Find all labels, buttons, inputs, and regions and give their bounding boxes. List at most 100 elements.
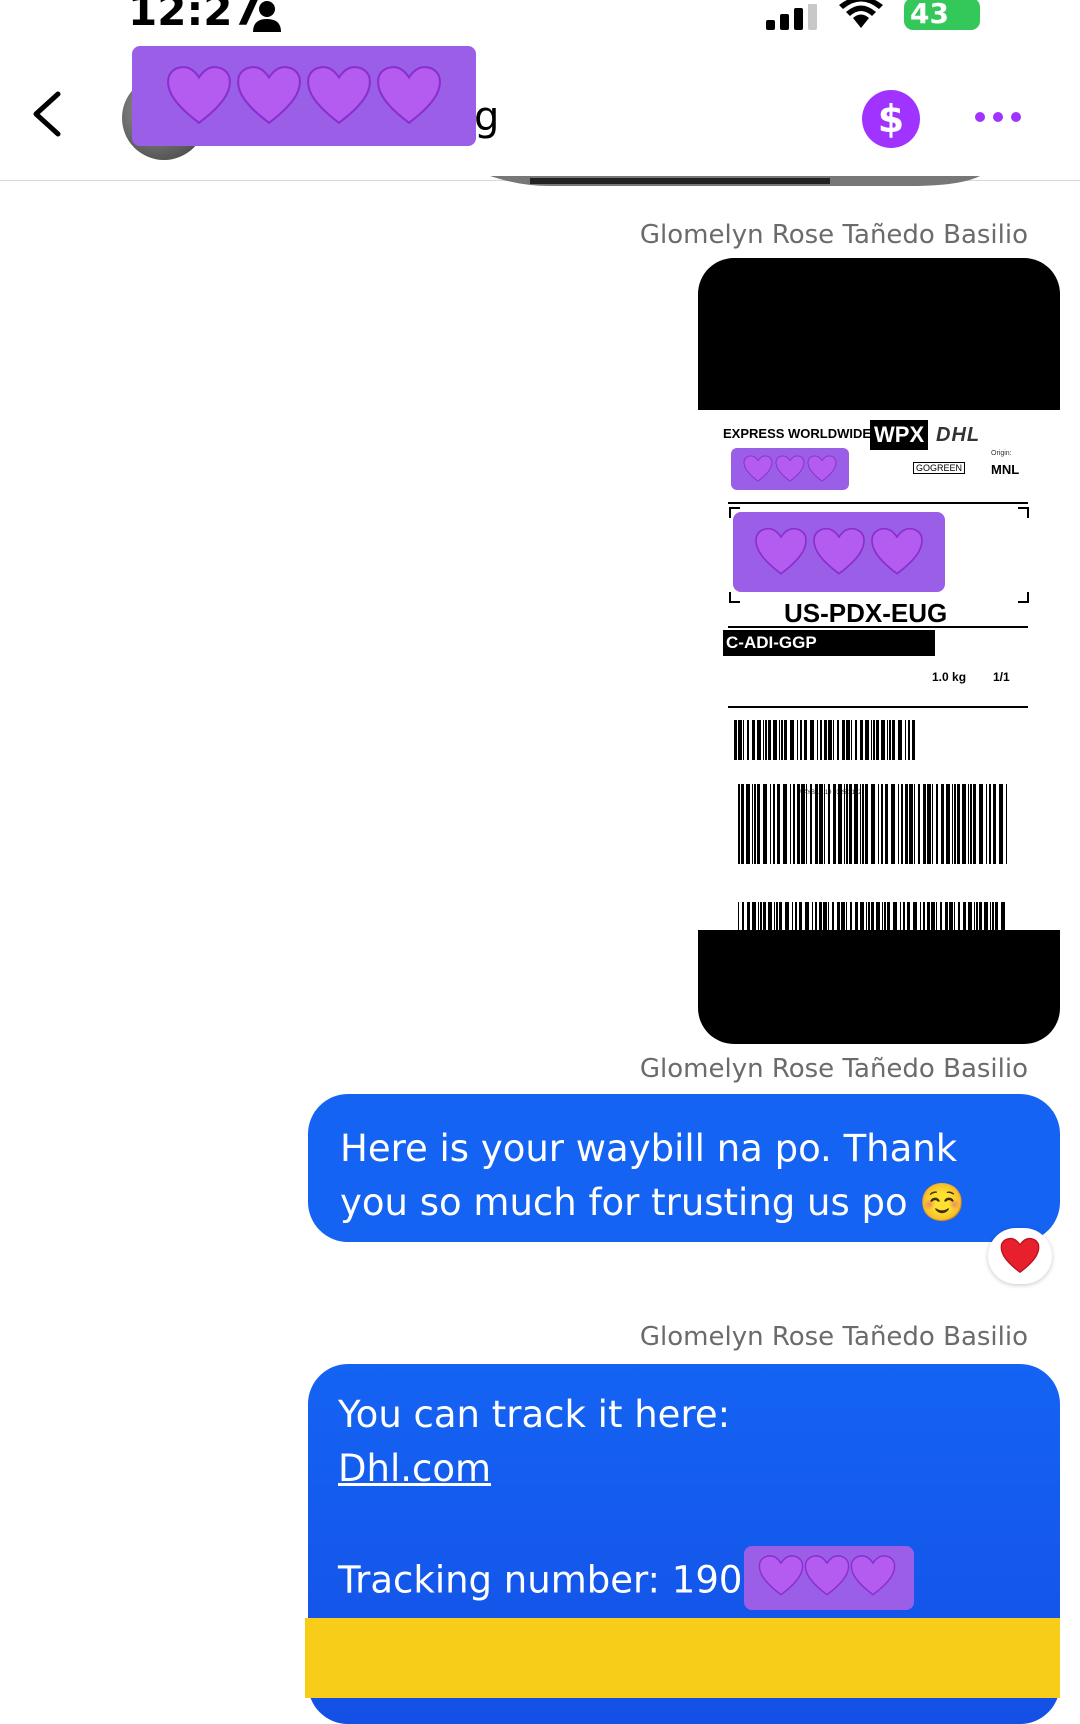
barcode-bar	[887, 902, 890, 930]
tracking-link[interactable]: Dhl.com	[338, 1442, 1030, 1496]
barcode-bar	[792, 902, 793, 930]
piece-count: 1/1	[993, 670, 1010, 684]
barcode-bar	[833, 784, 836, 864]
message-bubble[interactable]: Here is your waybill na po. Thank you so…	[308, 1094, 1060, 1242]
sender-name: Glomelyn Rose Tañedo Basilio	[639, 1054, 1028, 1084]
barcode-bar	[738, 784, 740, 864]
barcode-bar	[974, 902, 975, 930]
barcode-bar	[805, 902, 809, 930]
barcode-bar	[968, 902, 972, 930]
barcode-bar	[743, 720, 744, 760]
barcode-bar	[887, 720, 888, 760]
reaction-badge[interactable]	[988, 1228, 1052, 1284]
barcode-bar	[793, 784, 795, 864]
sender-name: Glomelyn Rose Tañedo Basilio	[639, 1322, 1028, 1352]
barcode-bar	[963, 902, 966, 930]
back-button[interactable]	[20, 84, 76, 144]
barcode-bar	[806, 784, 807, 864]
status-bar: 12:27 43	[0, 0, 1080, 40]
redacted-sender-address	[731, 448, 849, 490]
barcode-bar	[1006, 784, 1007, 864]
sender-name: Glomelyn Rose Tañedo Basilio	[639, 220, 1028, 250]
barcode-bottom	[738, 902, 1005, 930]
barcode-bar	[790, 784, 791, 864]
barcode-bar	[779, 902, 782, 930]
barcode-bar	[820, 720, 822, 760]
payment-button[interactable]: $	[862, 90, 920, 148]
previous-image-edge	[490, 176, 980, 186]
barcode-bar	[855, 902, 858, 930]
product-line: C-ADI-GGP	[723, 630, 935, 656]
barcode-bar	[962, 784, 966, 864]
barcode-bar	[914, 784, 915, 864]
barcode-bar	[871, 784, 875, 864]
barcode-bar	[752, 784, 753, 864]
barcode-bar	[768, 902, 772, 930]
purple-heart-icon	[807, 455, 837, 482]
barcode-bar	[797, 720, 798, 760]
barcode-bar	[837, 720, 839, 760]
barcode-bar	[903, 902, 905, 930]
barcode-bar	[984, 902, 988, 930]
person-icon	[253, 1, 281, 32]
barcode-small	[734, 720, 915, 760]
barcode-bar	[873, 720, 875, 760]
red-heart-icon	[1000, 1237, 1040, 1274]
barcode-bar	[757, 720, 761, 760]
barcode-bar	[892, 720, 895, 760]
barcode-bar	[957, 784, 960, 864]
barcode-bar	[784, 720, 787, 760]
barcode-bar	[837, 902, 840, 930]
destination-route: US-PDX-EUG	[784, 598, 948, 628]
barcode-bar	[846, 720, 850, 760]
signal-icon	[766, 4, 817, 30]
message-text: You can track it here:	[338, 1393, 731, 1436]
barcode-bar	[927, 902, 930, 930]
purple-heart-icon	[167, 66, 231, 125]
barcode-bar	[931, 902, 935, 930]
barcode-bar	[908, 720, 910, 760]
barcode-bar	[993, 784, 996, 864]
barcode-bar	[815, 902, 817, 930]
label-divider	[728, 502, 1028, 504]
barcode-bar	[746, 784, 750, 864]
barcode-bar	[900, 902, 901, 930]
battery-indicator: 43	[904, 0, 980, 30]
barcode-bar	[754, 784, 756, 864]
barcode-bar	[881, 784, 883, 864]
origin-code: MNL	[991, 462, 1020, 477]
gogreen-badge: GOGREEN	[913, 462, 966, 474]
barcode-bar	[905, 720, 906, 760]
barcode-bar	[747, 902, 750, 930]
contact-name-tail[interactable]: g	[474, 94, 499, 140]
barcode-bar	[884, 902, 886, 930]
more-options-button[interactable]	[972, 102, 1024, 132]
barcode-bar	[752, 720, 755, 760]
barcode-bar	[738, 720, 742, 760]
barcode-bar	[812, 902, 813, 930]
barcode-bar	[774, 902, 775, 930]
barcode-bar	[940, 902, 942, 930]
barcode-bar	[804, 720, 807, 760]
barcode-bar	[871, 720, 872, 760]
barcode-bar	[1001, 902, 1005, 930]
barcode-bar	[841, 902, 845, 930]
barcode-bar	[819, 784, 823, 864]
barcode-bar	[854, 784, 858, 864]
barcode-bar	[876, 902, 880, 930]
waybill-image[interactable]: EXPRESS WORLDWIDE WPX DHL GOGREEN Origin…	[698, 258, 1060, 1044]
barcode-bar	[979, 784, 983, 864]
barcode-bar	[819, 902, 822, 930]
purple-heart-icon	[377, 66, 441, 125]
redacted-tracking-number	[744, 1546, 915, 1610]
barcode-bar	[779, 720, 780, 760]
redacted-contact-name[interactable]	[132, 46, 476, 146]
barcode-bar	[876, 720, 879, 760]
barcode-bar	[868, 902, 870, 930]
barcode-bar	[936, 902, 937, 930]
purple-heart-icon	[851, 1555, 896, 1596]
barcode-bar	[952, 784, 953, 864]
waybill-label: EXPRESS WORLDWIDE WPX DHL GOGREEN Origin…	[698, 410, 1060, 930]
barcode-bar	[878, 784, 879, 864]
